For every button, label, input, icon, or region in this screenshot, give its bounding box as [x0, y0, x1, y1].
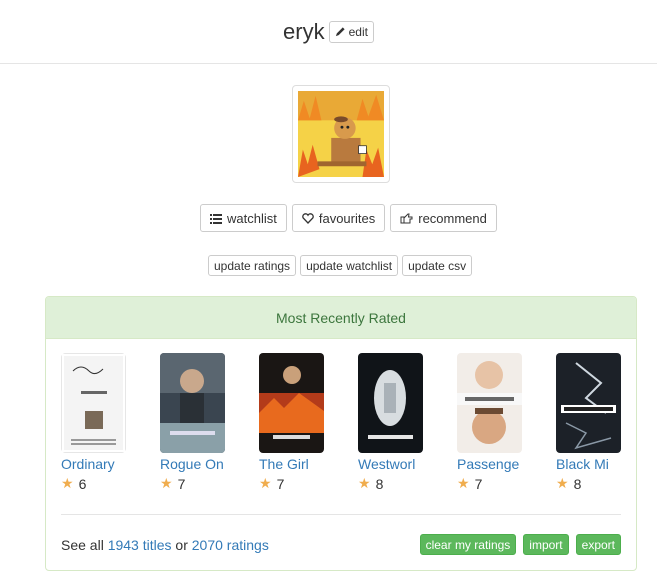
movie-poster[interactable] [457, 353, 522, 453]
favourites-button[interactable]: favourites [291, 204, 386, 232]
rating-value: 7 [177, 475, 186, 492]
recommend-button[interactable]: recommend [390, 204, 497, 232]
star-icon: ★ [160, 475, 173, 491]
movie-title[interactable]: Black Mi [556, 456, 636, 472]
movie-poster[interactable] [358, 353, 423, 453]
rating-value: 6 [78, 475, 87, 492]
movie-rating: ★ 7 [160, 475, 259, 492]
pencil-icon [335, 27, 345, 37]
movie-title[interactable]: Ordinary [61, 456, 141, 472]
profile-header: eryk edit [0, 0, 657, 64]
movie-card[interactable]: Westworl ★ 8 [358, 353, 457, 492]
movie-list: Ordinary ★ 6 Rogue On ★ 7 The Girl ★ 7 W… [61, 353, 636, 492]
ratings-actions: clear my ratings import export [419, 534, 621, 555]
movie-poster[interactable] [61, 353, 126, 453]
hand-pointing-icon [400, 213, 413, 223]
movie-card[interactable]: Passenge ★ 7 [457, 353, 556, 492]
movie-poster[interactable] [259, 353, 324, 453]
star-icon: ★ [358, 475, 371, 491]
recommend-label: recommend [418, 210, 487, 226]
movie-card[interactable]: The Girl ★ 7 [259, 353, 358, 492]
movie-title[interactable]: Westworl [358, 456, 438, 472]
movie-poster[interactable] [160, 353, 225, 453]
movie-rating: ★ 8 [358, 475, 457, 492]
see-all-text: See all [61, 537, 104, 553]
movie-card[interactable]: Black Mi ★ 8 [556, 353, 636, 492]
favourites-label: favourites [318, 210, 376, 226]
movie-rating: ★ 7 [457, 475, 556, 492]
panel-divider [61, 514, 621, 515]
movie-poster[interactable] [556, 353, 621, 453]
watchlist-label: watchlist [227, 210, 277, 226]
update-watchlist-button[interactable]: update watchlist [300, 255, 399, 276]
titles-link[interactable]: 1943 titles [108, 537, 172, 553]
rating-value: 7 [474, 475, 483, 492]
clear-ratings-button[interactable]: clear my ratings [419, 534, 517, 555]
list-icon [210, 213, 222, 224]
heart-icon [302, 212, 314, 224]
star-icon: ★ [457, 475, 470, 491]
movie-rating: ★ 6 [61, 475, 160, 492]
movie-card[interactable]: Rogue On ★ 7 [160, 353, 259, 492]
ratings-link[interactable]: 2070 ratings [192, 537, 269, 553]
update-ratings-button[interactable]: update ratings [208, 255, 297, 276]
avatar-image [298, 91, 384, 177]
avatar [292, 85, 390, 183]
import-button[interactable]: import [523, 534, 569, 555]
profile-nav: watchlist favourites recommend [200, 204, 497, 232]
star-icon: ★ [61, 475, 74, 491]
movie-title[interactable]: The Girl [259, 456, 339, 472]
update-csv-button[interactable]: update csv [402, 255, 473, 276]
rating-value: 8 [375, 475, 384, 492]
ratings-summary: See all 1943 titles or 2070 ratings [61, 537, 269, 553]
panel-heading: Most Recently Rated [46, 297, 636, 339]
username: eryk [283, 18, 325, 44]
edit-label: edit [348, 24, 368, 39]
update-actions: update ratings update watchlist update c… [208, 255, 473, 276]
movie-title[interactable]: Rogue On [160, 456, 240, 472]
rating-value: 7 [276, 475, 285, 492]
movie-title[interactable]: Passenge [457, 456, 537, 472]
star-icon: ★ [556, 475, 569, 491]
recently-rated-panel: Most Recently Rated Ordinary ★ 6 Rogue O… [45, 296, 637, 571]
export-button[interactable]: export [575, 534, 621, 555]
rating-value: 8 [573, 475, 582, 492]
or-text: or [175, 537, 188, 553]
movie-rating: ★ 8 [556, 475, 636, 492]
movie-card[interactable]: Ordinary ★ 6 [61, 353, 160, 492]
edit-profile-button[interactable]: edit [328, 20, 374, 43]
movie-rating: ★ 7 [259, 475, 358, 492]
star-icon: ★ [259, 475, 272, 491]
watchlist-button[interactable]: watchlist [200, 204, 287, 232]
